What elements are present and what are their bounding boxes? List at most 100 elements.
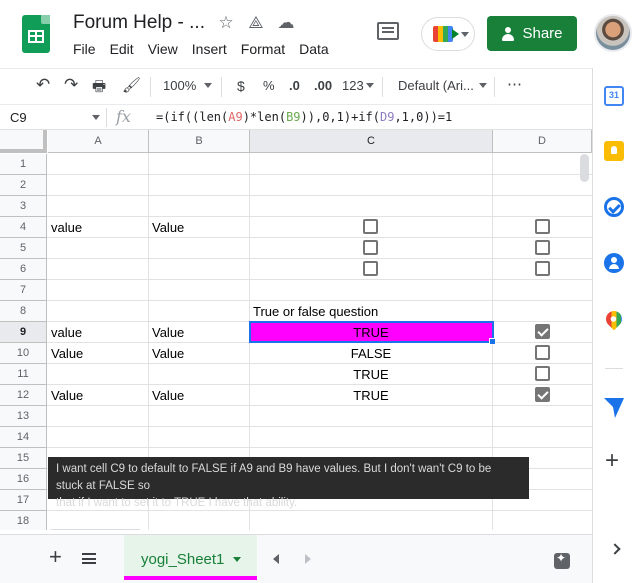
add-sheet-icon[interactable]: + xyxy=(49,546,62,568)
cell-c8[interactable]: True or false question xyxy=(250,301,492,321)
sheets-logo-icon[interactable] xyxy=(22,15,50,53)
row-header-9[interactable]: 9 xyxy=(0,322,47,343)
move-to-drive-icon[interactable]: ⟁ xyxy=(247,13,265,33)
cell-a10[interactable]: Value xyxy=(48,343,148,363)
formats-chevron-icon[interactable] xyxy=(366,83,374,88)
explore-icon[interactable] xyxy=(554,551,570,569)
cloud-status-icon[interactable]: ☁ xyxy=(277,13,295,33)
avatar[interactable] xyxy=(594,14,632,52)
decrease-decimal-button[interactable]: .0 xyxy=(289,78,300,93)
scroll-tabs-left-icon[interactable] xyxy=(273,554,279,564)
checkbox-d10[interactable] xyxy=(535,345,550,360)
star-icon[interactable]: ☆ xyxy=(217,13,235,33)
cell-b4[interactable]: Value xyxy=(149,217,249,237)
menu-insert[interactable]: Insert xyxy=(192,41,227,57)
fill-handle[interactable] xyxy=(489,338,496,345)
cell-c9[interactable]: TRUE xyxy=(250,322,492,342)
vertical-scrollbar[interactable] xyxy=(580,154,589,182)
more-formats-button[interactable]: 123 xyxy=(342,78,364,93)
checkbox-d9[interactable] xyxy=(535,324,550,339)
row-header-16[interactable]: 16 xyxy=(0,469,47,490)
formula-input[interactable]: =(if((len(A9)*len(B9)),0,1)+if(D9,1,0))=… xyxy=(156,110,452,124)
row-header-15[interactable]: 15 xyxy=(0,448,47,469)
tasks-icon[interactable] xyxy=(604,197,624,217)
cell-a4[interactable]: value xyxy=(48,217,148,237)
zoom-select[interactable]: 100% xyxy=(163,78,196,93)
horizontal-scrollbar[interactable] xyxy=(48,529,143,530)
redo-icon[interactable]: ↷ xyxy=(64,75,78,95)
scroll-tabs-right-icon[interactable] xyxy=(305,554,311,564)
spreadsheet-grid[interactable]: A B C D 1 2 3 4 5 6 7 8 9 10 11 12 13 14 15 16 17 18 valu… xyxy=(0,130,592,530)
row-header-6[interactable]: 6 xyxy=(0,259,47,280)
cell-a9[interactable]: value xyxy=(48,322,148,342)
row-header-4[interactable]: 4 xyxy=(0,217,47,238)
checkbox-c5[interactable] xyxy=(363,240,378,255)
contacts-icon[interactable] xyxy=(604,253,624,273)
menu-view[interactable]: View xyxy=(148,41,178,57)
meet-button[interactable] xyxy=(421,17,475,51)
select-all-corner[interactable] xyxy=(0,130,47,153)
percent-button[interactable]: % xyxy=(263,78,275,93)
cell-b12[interactable]: Value xyxy=(149,385,249,405)
chevron-right-icon[interactable] xyxy=(609,543,621,555)
row-header-3[interactable]: 3 xyxy=(0,196,47,217)
menu-edit[interactable]: Edit xyxy=(110,41,134,57)
zoom-chevron-icon[interactable] xyxy=(204,83,212,88)
maps-icon[interactable] xyxy=(602,307,626,331)
increase-decimal-button[interactable]: .00 xyxy=(314,78,332,93)
row-header-5[interactable]: 5 xyxy=(0,238,47,259)
row-header-2[interactable]: 2 xyxy=(0,175,47,196)
name-box[interactable]: C9 xyxy=(10,110,27,125)
menu-data[interactable]: Data xyxy=(299,41,329,57)
row-header-12[interactable]: 12 xyxy=(0,385,47,406)
more-options-icon[interactable]: ⋯ xyxy=(507,75,522,93)
all-sheets-icon[interactable] xyxy=(82,553,96,564)
font-select[interactable]: Default (Ari... xyxy=(398,78,474,93)
cell-c12[interactable]: TRUE xyxy=(250,385,492,405)
sheet-tab[interactable]: yogi_Sheet1 xyxy=(124,535,257,580)
checkbox-d11[interactable] xyxy=(535,366,550,381)
cell-c11[interactable]: TRUE xyxy=(250,364,492,384)
calendar-icon[interactable]: 31 xyxy=(604,86,624,106)
row-header-7[interactable]: 7 xyxy=(0,280,47,301)
row-header-18[interactable]: 18 xyxy=(0,511,47,530)
checkbox-d6[interactable] xyxy=(535,261,550,276)
fx-icon: fx xyxy=(116,107,131,126)
cell-b10[interactable]: Value xyxy=(149,343,249,363)
row-header-10[interactable]: 10 xyxy=(0,343,47,364)
add-addon-icon[interactable]: + xyxy=(605,449,619,473)
row-header-1[interactable]: 1 xyxy=(0,154,47,175)
cell-a12[interactable]: Value xyxy=(48,385,148,405)
font-chevron-icon[interactable] xyxy=(479,83,487,88)
paint-format-icon[interactable]: 🖌 xyxy=(122,76,141,94)
chevron-down-icon xyxy=(461,32,469,37)
column-header-b[interactable]: B xyxy=(149,130,250,153)
print-icon[interactable]: 🖶 xyxy=(92,76,106,101)
row-header-17[interactable]: 17 xyxy=(0,490,47,511)
cell-c10[interactable]: FALSE xyxy=(250,343,492,363)
row-header-11[interactable]: 11 xyxy=(0,364,47,385)
column-header-d[interactable]: D xyxy=(493,130,592,153)
keep-icon[interactable] xyxy=(604,141,624,161)
document-title[interactable]: Forum Help - ... xyxy=(73,12,205,34)
checkbox-d12[interactable] xyxy=(535,387,550,402)
column-header-c[interactable]: C xyxy=(250,130,493,153)
row-header-8[interactable]: 8 xyxy=(0,301,47,322)
checkbox-c4[interactable] xyxy=(363,219,378,234)
row-header-14[interactable]: 14 xyxy=(0,427,47,448)
currency-button[interactable]: $ xyxy=(237,78,245,94)
checkbox-d4[interactable] xyxy=(535,219,550,234)
comment-icon[interactable] xyxy=(377,22,399,40)
menu-file[interactable]: File xyxy=(73,41,96,57)
cell-b9[interactable]: Value xyxy=(149,322,249,342)
share-button[interactable]: Share xyxy=(487,16,577,51)
row-header-13[interactable]: 13 xyxy=(0,406,47,427)
name-box-chevron-icon[interactable] xyxy=(92,115,100,120)
undo-icon[interactable]: ↶ xyxy=(36,75,50,95)
chevron-down-icon[interactable] xyxy=(233,557,241,562)
column-header-a[interactable]: A xyxy=(48,130,149,153)
menu-format[interactable]: Format xyxy=(241,41,285,57)
appsheet-icon[interactable] xyxy=(604,398,624,418)
checkbox-c6[interactable] xyxy=(363,261,378,276)
checkbox-d5[interactable] xyxy=(535,240,550,255)
